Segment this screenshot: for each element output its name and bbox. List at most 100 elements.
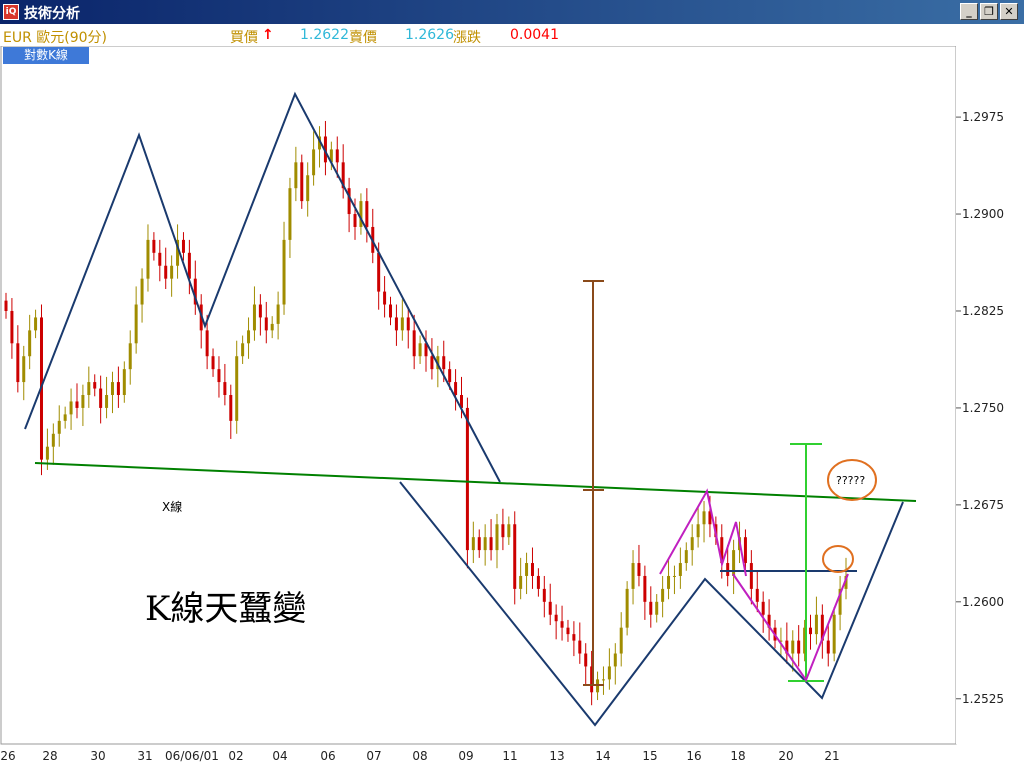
candle-body — [365, 201, 369, 227]
x-tick-label: 08 — [412, 749, 427, 763]
candle-body — [300, 162, 304, 202]
x-tick-label: 06 — [320, 749, 335, 763]
x-tick-label: 20 — [778, 749, 793, 763]
restore-button[interactable]: ❐ — [980, 3, 998, 20]
candle-body — [442, 356, 446, 370]
y-tick-label: 1.2825 — [962, 304, 1004, 318]
minimize-button[interactable]: _ — [960, 3, 978, 20]
candle-body — [406, 317, 410, 331]
candle-body — [181, 239, 185, 253]
x-tick-label: 15 — [642, 749, 657, 763]
candle-body — [4, 300, 8, 311]
y-tick-label: 1.2900 — [962, 207, 1004, 221]
candle-body — [448, 369, 452, 383]
candle-body — [258, 304, 262, 318]
candle-body — [655, 601, 659, 615]
candle-body — [542, 588, 546, 602]
candle-body — [726, 563, 730, 576]
candle-body — [749, 563, 753, 589]
candle-body — [158, 252, 162, 266]
candle-body — [81, 395, 85, 408]
quote-bar: EUR 歐元(90分) 買價 ↑ 1.2622 賣價 1.2626 漲跌 0.0… — [0, 24, 1024, 46]
candle-body — [471, 537, 475, 551]
candle-body — [211, 356, 215, 370]
question-label: ????? — [836, 474, 865, 487]
y-tick-label: 1.2600 — [962, 595, 1004, 609]
candle-body — [205, 330, 209, 357]
close-button[interactable]: ✕ — [1000, 3, 1018, 20]
candle-body — [684, 550, 688, 564]
candle-body — [353, 214, 357, 227]
candle-body — [63, 414, 67, 421]
candle-body — [134, 304, 138, 344]
candle-body — [282, 239, 286, 305]
candle-body — [578, 640, 582, 654]
candle-body — [57, 420, 61, 434]
candle-body — [826, 640, 830, 654]
candle-body — [170, 265, 174, 279]
candle-body — [418, 343, 422, 357]
restore-icon: ❐ — [984, 5, 994, 18]
candle-body — [412, 330, 416, 357]
price-chart[interactable]: X線 K線天蠶變 ????? 1.2975 1.2900 1.2825 1.2750 1… — [0, 46, 1024, 768]
x-tick-label: 09 — [458, 749, 473, 763]
pattern-title: K線天蠶變 — [145, 589, 306, 629]
candle-body — [536, 575, 540, 589]
candle-body — [625, 588, 629, 628]
candle-body — [667, 575, 671, 589]
close-icon: ✕ — [1004, 5, 1014, 18]
candle-body — [28, 330, 32, 357]
candle-body — [477, 537, 481, 551]
candle-body — [93, 382, 97, 389]
candle-body — [548, 601, 552, 615]
x-line-label: X線 — [162, 499, 182, 514]
chart-type-button[interactable]: 對數K線 — [3, 47, 89, 64]
x-tick-label: 02 — [228, 749, 243, 763]
candle-body — [501, 524, 505, 538]
candle-body — [247, 330, 251, 344]
candle-body — [513, 524, 517, 589]
title-bar: iQ 技術分析 _ ❐ ✕ — [0, 0, 1024, 24]
candle-body — [649, 601, 653, 615]
candle-body — [347, 188, 351, 215]
candle-body — [400, 317, 404, 331]
x-tick-label: 21 — [824, 749, 839, 763]
candle-body — [465, 407, 469, 551]
candle-body — [22, 356, 26, 383]
candle-body — [335, 149, 339, 163]
candle-body — [264, 317, 268, 331]
candle-body — [122, 369, 126, 395]
candle-body — [607, 666, 611, 680]
candle-body — [288, 188, 292, 240]
up-arrow-icon: ↑ — [262, 27, 274, 43]
candle-body — [507, 524, 511, 538]
candle-body — [495, 524, 499, 551]
y-tick-label: 1.2525 — [962, 692, 1004, 706]
candle-body — [489, 537, 493, 551]
candle-body — [519, 575, 523, 589]
instrument-label: EUR 歐元(90分) — [3, 30, 108, 46]
bid-value: 1.2622 — [300, 27, 349, 43]
candle-body — [389, 304, 393, 318]
window-title: 技術分析 — [24, 6, 80, 22]
candle-body — [276, 304, 280, 324]
candle-body — [631, 563, 635, 589]
candle-body — [797, 640, 801, 654]
candle-body — [732, 550, 736, 576]
candle-body — [34, 317, 38, 331]
ask-value: 1.2626 — [405, 27, 454, 43]
candle-body — [483, 537, 487, 551]
candle-body — [755, 588, 759, 602]
candle-body — [791, 640, 795, 654]
candle-body — [554, 614, 558, 622]
candle-body — [572, 634, 576, 641]
candle-body — [678, 563, 682, 576]
candle-body — [164, 265, 168, 279]
candle-body — [312, 149, 316, 176]
candle-body — [294, 162, 298, 189]
candle-body — [51, 433, 55, 447]
candle-body — [16, 343, 20, 383]
candle-body — [613, 653, 617, 667]
x-tick-label: 07 — [366, 749, 381, 763]
app-logo-icon[interactable]: iQ — [3, 4, 19, 20]
